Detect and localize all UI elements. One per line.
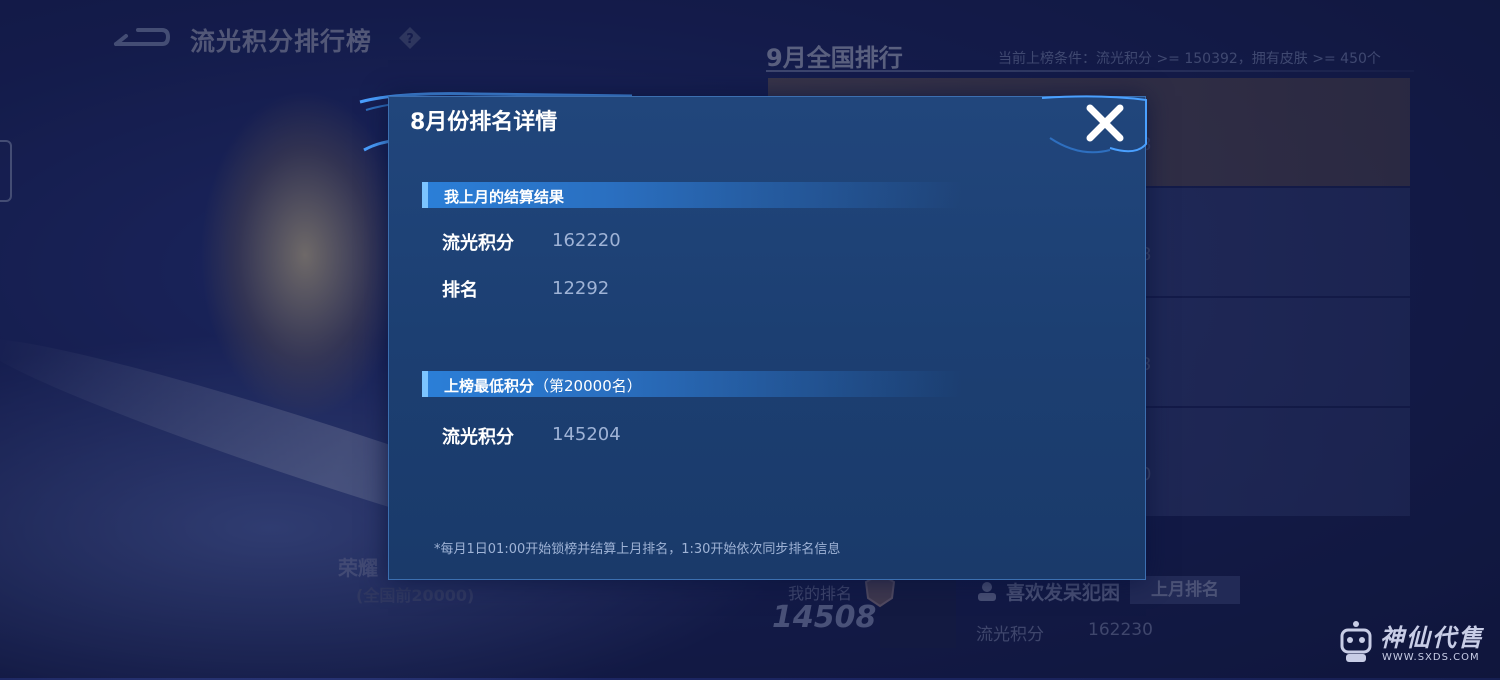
rank-value: 12292 — [552, 278, 610, 299]
close-icon[interactable] — [1082, 100, 1128, 146]
ranking-detail-modal — [388, 96, 1146, 580]
watermark-text: 神仙代售 — [1380, 624, 1484, 652]
min-score-value: 145204 — [552, 424, 621, 445]
section-header-last-month-result: 我上月的结算结果 — [422, 182, 962, 208]
robot-logo-icon — [1340, 621, 1372, 662]
modal-title: 8月份排名详情 — [410, 110, 558, 135]
score-value: 162220 — [552, 230, 621, 251]
section-label-main: 上榜最低积分 — [444, 377, 535, 395]
watermark: 神仙代售 WWW.SXDS.COM — [1336, 614, 1496, 670]
score-label: 流光积分 — [442, 233, 514, 254]
section-label-sub: （第20000名） — [534, 377, 642, 395]
section-label: 上榜最低积分（第20000名） — [444, 375, 642, 396]
watermark-url: WWW.SXDS.COM — [1382, 652, 1480, 663]
section-label: 我上月的结算结果 — [444, 188, 565, 206]
footnote: *每月1日01:00开始锁榜并结算上月排名，1:30开始依次同步排名信息 — [434, 542, 841, 557]
rank-label: 排名 — [442, 280, 478, 301]
min-score-label: 流光积分 — [442, 427, 514, 448]
section-header-min-score: 上榜最低积分（第20000名） — [422, 371, 962, 397]
